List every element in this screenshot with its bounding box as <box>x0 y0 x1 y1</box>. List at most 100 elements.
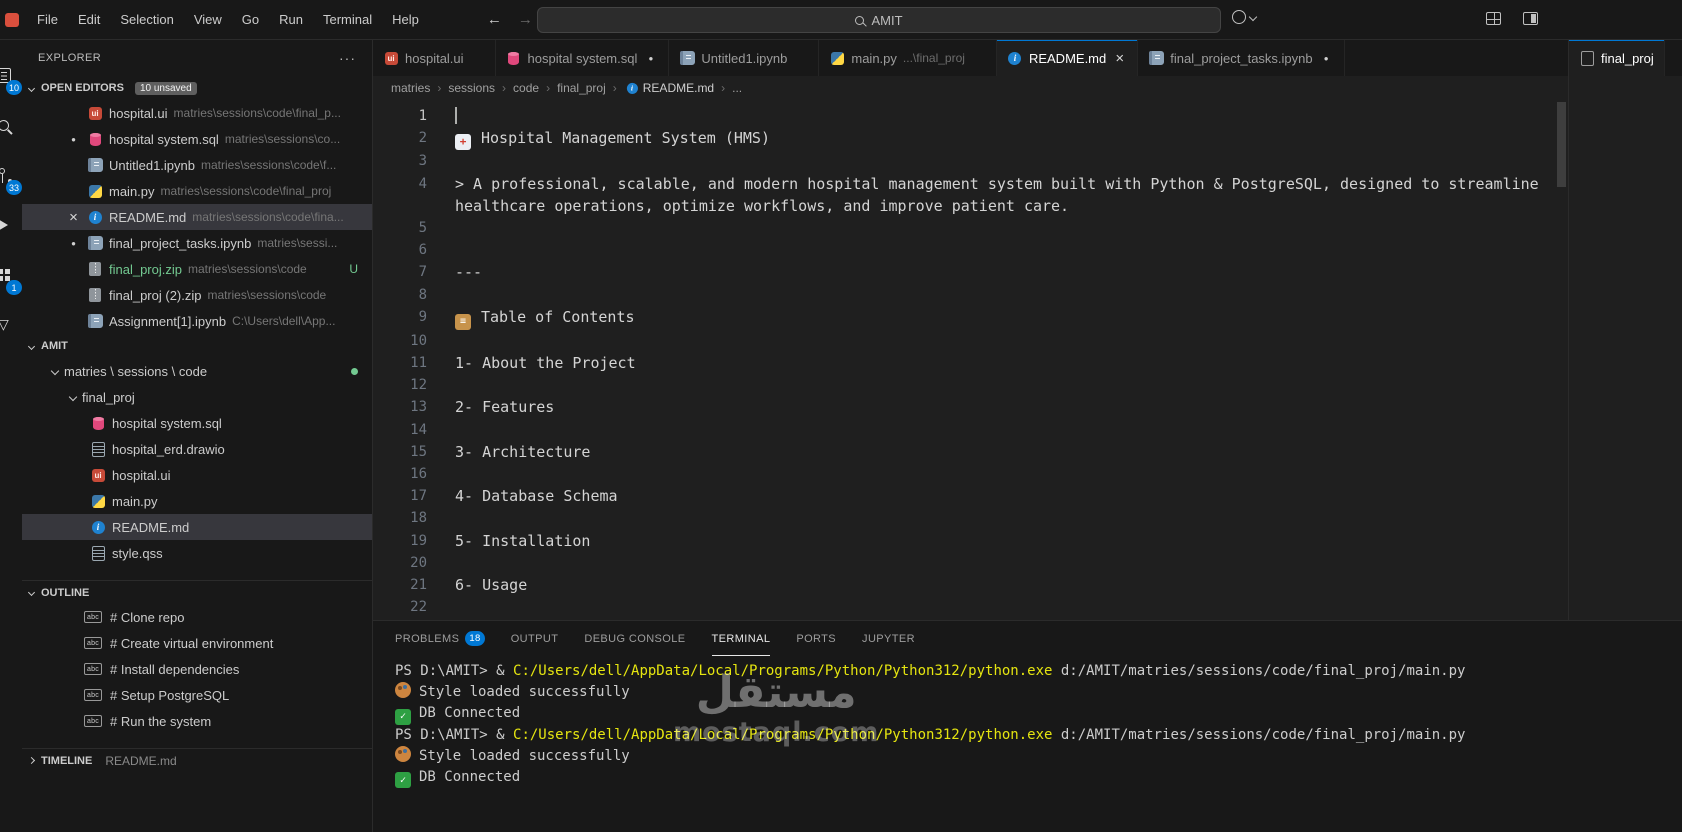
outline-item[interactable]: # Run the system <box>22 708 372 734</box>
tab-state-icon[interactable] <box>1319 54 1334 63</box>
forward-icon[interactable] <box>518 11 533 28</box>
editor-scrollbar[interactable] <box>1557 102 1566 187</box>
menu-item[interactable]: View <box>184 8 232 31</box>
open-editor-item[interactable]: Untitled1.ipynb matries\sessions\code\f.… <box>22 152 372 178</box>
open-editor-item[interactable]: README.md matries\sessions\code\fina... <box>22 204 372 230</box>
menu-item[interactable]: Edit <box>68 8 110 31</box>
code-line[interactable]: 12 <box>373 374 1568 396</box>
code-line[interactable]: 11 1- About the Project <box>373 352 1568 374</box>
line-number: 4 <box>418 175 427 192</box>
breadcrumb-item[interactable]: sessions <box>448 81 513 95</box>
activity-item[interactable] <box>0 200 22 250</box>
editor-state-icon[interactable] <box>66 239 81 248</box>
code-line[interactable]: 19 5- Installation <box>373 530 1568 552</box>
editor-tab[interactable]: final_proj <box>1569 40 1665 76</box>
code-line[interactable]: 8 <box>373 284 1568 306</box>
code-line[interactable]: 21 6- Usage <box>373 574 1568 596</box>
toggle-panel-icon[interactable] <box>1523 12 1538 25</box>
tree-file-item[interactable]: main.py <box>22 488 372 514</box>
menu-item[interactable]: Go <box>232 8 269 31</box>
account-menu[interactable] <box>1232 10 1258 24</box>
code-line[interactable]: 2 Hospital Management System (HMS) <box>373 127 1568 151</box>
breadcrumb-file[interactable]: README.md <box>643 81 714 95</box>
code-line[interactable]: 1 <box>373 105 1568 127</box>
code-line[interactable]: 9 Table of Contents <box>373 306 1568 330</box>
customize-layout-icon[interactable] <box>1486 12 1501 25</box>
code-line[interactable]: 3 <box>373 150 1568 172</box>
open-editor-item[interactable]: final_proj (2).zip matries\sessions\code <box>22 282 372 308</box>
code-editor[interactable]: 1 2 Hospital Management System (HMS) 3 <box>373 100 1568 620</box>
editor-pane-secondary[interactable] <box>1569 76 1682 620</box>
breadcrumb-item[interactable]: matries <box>391 81 448 95</box>
panel-tab[interactable]: OUTPUT <box>511 621 559 656</box>
editor-state-icon[interactable] <box>66 210 81 225</box>
menu-item[interactable]: Run <box>269 8 313 31</box>
menu-item[interactable]: Help <box>382 8 429 31</box>
workspace-header[interactable]: AMIT <box>22 334 372 358</box>
breadcrumb-item[interactable]: code <box>513 81 557 95</box>
back-icon[interactable] <box>487 11 502 28</box>
code-line[interactable]: 22 <box>373 596 1568 618</box>
code-line[interactable]: 10 <box>373 330 1568 352</box>
menu-item[interactable]: File <box>27 8 68 31</box>
panel-tab[interactable]: PROBLEMS 18 <box>395 621 485 656</box>
tree-file-item[interactable]: hospital_erd.drawio <box>22 436 372 462</box>
outline-header[interactable]: OUTLINE <box>22 580 372 604</box>
outline-item[interactable]: # Setup PostgreSQL <box>22 682 372 708</box>
editor-tab[interactable]: final_project_tasks.ipynb <box>1138 40 1345 76</box>
activity-item[interactable] <box>0 100 22 150</box>
code-line[interactable]: 14 <box>373 419 1568 441</box>
open-editor-item[interactable]: final_project_tasks.ipynb matries\sessi.… <box>22 230 372 256</box>
panel-tab[interactable]: TERMINAL <box>712 621 771 656</box>
tree-file-item[interactable]: hospital system.sql <box>22 410 372 436</box>
activity-item[interactable]: 10 <box>0 50 22 100</box>
breadcrumb[interactable]: matriessessionscodefinal_proj README.md … <box>373 76 1568 100</box>
code-line[interactable]: 16 <box>373 463 1568 485</box>
outline-item[interactable]: # Create virtual environment <box>22 630 372 656</box>
code-line[interactable]: 4 > A professional, scalable, and modern… <box>373 173 1568 217</box>
tree-folder-compact[interactable]: matries \ sessions \ code <box>22 358 372 384</box>
code-line[interactable]: 17 4- Database Schema <box>373 485 1568 507</box>
tree-file-item[interactable]: style.qss <box>22 540 372 566</box>
code-line[interactable]: 15 3- Architecture <box>373 441 1568 463</box>
menu-item[interactable]: Selection <box>110 8 183 31</box>
code-line[interactable]: 13 2- Features <box>373 396 1568 418</box>
panel-tab[interactable]: JUPYTER <box>862 621 915 656</box>
tab-state-icon[interactable] <box>643 54 658 63</box>
editor-tab[interactable]: hospital system.sql <box>495 40 670 76</box>
breadcrumb-symbols[interactable]: ... <box>732 81 742 95</box>
panel-tab[interactable]: DEBUG CONSOLE <box>584 621 685 656</box>
code-line[interactable]: 6 <box>373 239 1568 261</box>
tree-folder[interactable]: final_proj <box>22 384 372 410</box>
terminal-output[interactable]: PS D:\AMIT> & C:/Users/dell/AppData/Loca… <box>373 656 1682 788</box>
tree-file-item[interactable]: hospital.ui <box>22 462 372 488</box>
editor-tab[interactable]: Untitled1.ipynb <box>669 40 820 76</box>
open-editor-item[interactable]: hospital.ui matries\sessions\code\final_… <box>22 100 372 126</box>
open-editors-header[interactable]: OPEN EDITORS 10 unsaved <box>22 76 372 100</box>
activity-item[interactable]: 1 <box>0 250 22 300</box>
code-line[interactable]: 7 --- <box>373 261 1568 283</box>
menu-item[interactable]: Terminal <box>313 8 382 31</box>
tree-file-item[interactable]: README.md <box>22 514 372 540</box>
editor-state-icon[interactable] <box>66 135 81 144</box>
code-line[interactable]: 20 <box>373 552 1568 574</box>
activity-item[interactable] <box>0 300 22 350</box>
activity-item[interactable]: 33 <box>0 150 22 200</box>
panel-tab[interactable]: PORTS <box>796 621 836 656</box>
code-line[interactable]: 18 <box>373 507 1568 529</box>
open-editor-item[interactable]: final_proj.zip matries\sessions\code U <box>22 256 372 282</box>
open-editor-item[interactable]: Assignment[1].ipynb C:\Users\dell\App... <box>22 308 372 334</box>
editor-tab[interactable]: main.py ...\final_proj <box>819 40 997 76</box>
tab-state-icon[interactable] <box>1112 51 1127 66</box>
open-editor-item[interactable]: main.py matries\sessions\code\final_proj <box>22 178 372 204</box>
outline-item[interactable]: # Clone repo <box>22 604 372 630</box>
editor-tab[interactable]: README.md <box>996 40 1139 76</box>
editor-tab[interactable]: hospital.ui <box>373 40 496 76</box>
code-line[interactable]: 5 <box>373 217 1568 239</box>
timeline-header[interactable]: TIMELINE README.md <box>22 748 372 772</box>
command-center-search[interactable]: AMIT <box>537 7 1221 33</box>
outline-item[interactable]: # Install dependencies <box>22 656 372 682</box>
more-actions-icon[interactable] <box>339 50 356 66</box>
breadcrumb-item[interactable]: final_proj <box>557 81 624 95</box>
open-editor-item[interactable]: hospital system.sql matries\sessions\co.… <box>22 126 372 152</box>
